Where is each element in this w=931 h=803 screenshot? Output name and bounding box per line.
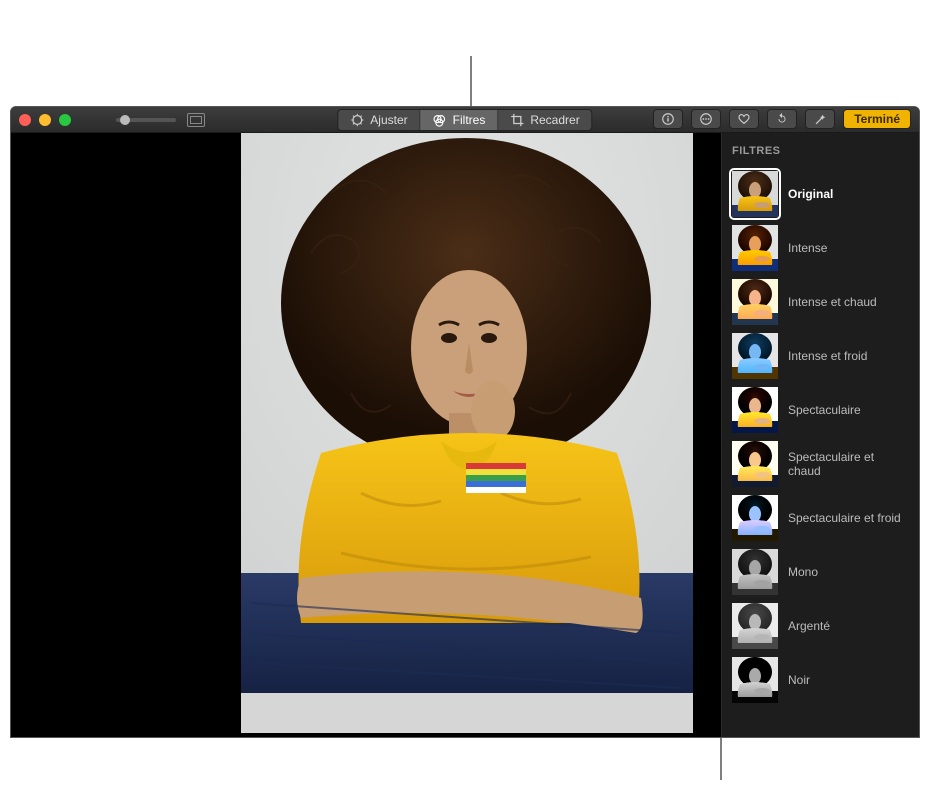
- app-window: Ajuster Filtres Recadrer: [10, 106, 920, 738]
- tab-adjust[interactable]: Ajuster: [338, 110, 420, 130]
- filter-label: Intense: [788, 241, 827, 255]
- tab-filters[interactable]: Filtres: [421, 110, 499, 130]
- filter-thumbnail: [732, 333, 778, 379]
- zoom-fit-button[interactable]: [187, 113, 205, 127]
- filter-item[interactable]: Mono: [730, 545, 911, 599]
- filter-item[interactable]: Intense et chaud: [730, 275, 911, 329]
- main-photo: [241, 133, 693, 733]
- filters-icon: [433, 113, 447, 127]
- magic-button[interactable]: [805, 109, 835, 129]
- tab-crop-label: Recadrer: [530, 113, 579, 127]
- info-button[interactable]: [653, 109, 683, 129]
- filter-label: Original: [788, 187, 833, 201]
- toolbar-right: Terminé: [653, 109, 911, 129]
- filter-thumbnail: [732, 549, 778, 595]
- filter-label: Noir: [788, 673, 810, 687]
- zoom-slider-thumb[interactable]: [120, 115, 130, 125]
- close-window-button[interactable]: [19, 114, 31, 126]
- adjust-icon: [350, 113, 364, 127]
- filter-thumbnail: [732, 657, 778, 703]
- filter-item[interactable]: Spectaculaire et chaud: [730, 437, 911, 491]
- more-button[interactable]: [691, 109, 721, 129]
- filter-label: Argenté: [788, 619, 830, 633]
- titlebar: Ajuster Filtres Recadrer: [11, 107, 919, 133]
- crop-icon: [510, 113, 524, 127]
- filter-item[interactable]: Spectaculaire et froid: [730, 491, 911, 545]
- filter-thumbnail: [732, 441, 778, 487]
- filter-item[interactable]: Spectaculaire: [730, 383, 911, 437]
- edit-mode-tabs: Ajuster Filtres Recadrer: [337, 109, 592, 131]
- filter-list: Original Intense Intense et chaud: [730, 167, 911, 707]
- filter-label: Intense et chaud: [788, 295, 877, 309]
- tab-adjust-label: Ajuster: [370, 113, 407, 127]
- done-button-label: Terminé: [854, 112, 900, 126]
- favorite-button[interactable]: [729, 109, 759, 129]
- filter-label: Intense et froid: [788, 349, 867, 363]
- filter-item[interactable]: Intense: [730, 221, 911, 275]
- content-area: FILTRES Original Intense: [11, 133, 919, 737]
- rotate-button[interactable]: [767, 109, 797, 129]
- filter-thumbnail: [732, 603, 778, 649]
- filter-item[interactable]: Argenté: [730, 599, 911, 653]
- filter-thumbnail: [732, 387, 778, 433]
- filter-item[interactable]: Noir: [730, 653, 911, 707]
- filter-thumbnail: [732, 225, 778, 271]
- filters-sidebar: FILTRES Original Intense: [721, 133, 919, 737]
- filter-label: Spectaculaire et froid: [788, 511, 901, 525]
- filter-item[interactable]: Original: [730, 167, 911, 221]
- filter-item[interactable]: Intense et froid: [730, 329, 911, 383]
- window-controls: [19, 114, 71, 126]
- filter-label: Mono: [788, 565, 818, 579]
- tab-crop[interactable]: Recadrer: [498, 110, 591, 130]
- photo-canvas[interactable]: [11, 133, 721, 737]
- fullscreen-window-button[interactable]: [59, 114, 71, 126]
- filter-label: Spectaculaire et chaud: [788, 450, 909, 478]
- filter-thumbnail: [732, 495, 778, 541]
- zoom-slider[interactable]: [116, 118, 176, 122]
- sidebar-title: FILTRES: [730, 143, 911, 167]
- filter-thumbnail: [732, 279, 778, 325]
- done-button[interactable]: Terminé: [843, 109, 911, 129]
- filter-thumbnail: [732, 171, 778, 217]
- tab-filters-label: Filtres: [453, 113, 486, 127]
- minimize-window-button[interactable]: [39, 114, 51, 126]
- filter-label: Spectaculaire: [788, 403, 861, 417]
